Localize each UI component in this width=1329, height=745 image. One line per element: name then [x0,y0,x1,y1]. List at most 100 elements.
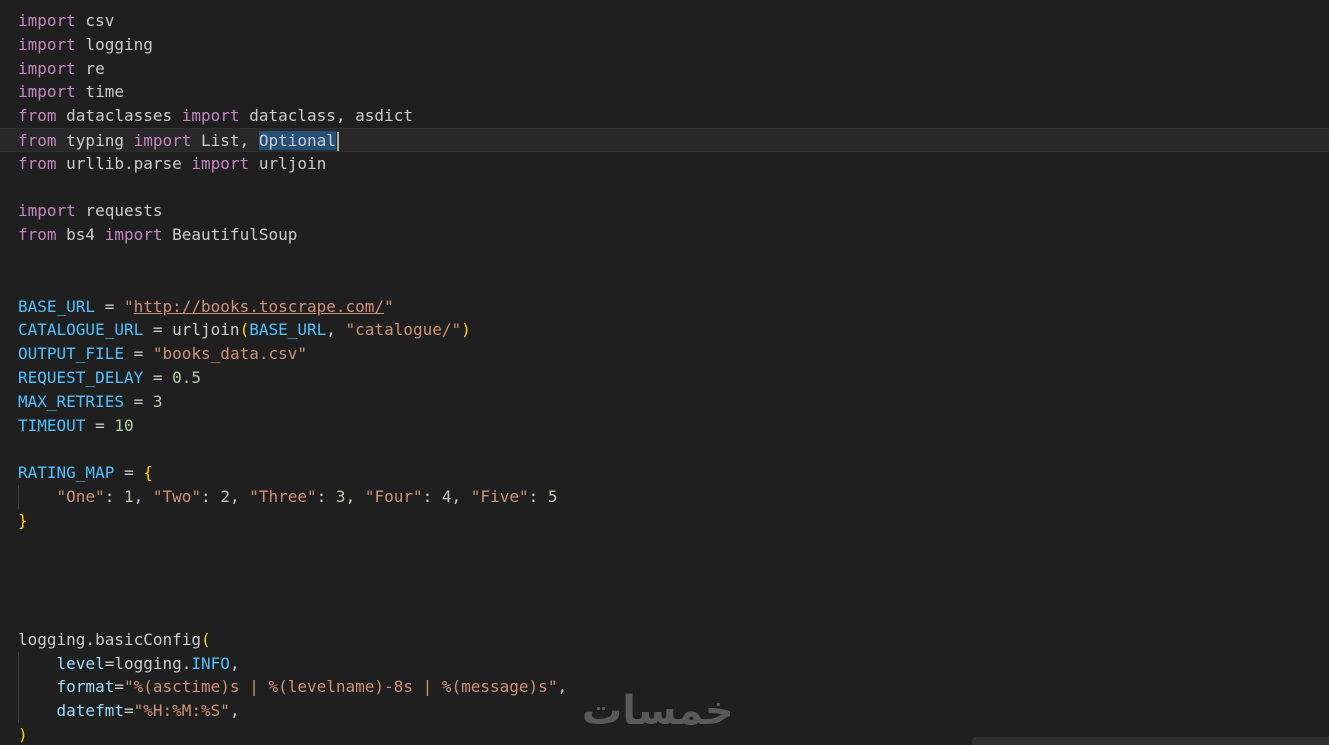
code-line[interactable] [0,176,1329,200]
code-line[interactable]: from bs4 import BeautifulSoup [0,223,1329,247]
code-line[interactable]: from urllib.parse import urljoin [0,152,1329,176]
code-token: import [18,201,76,221]
code-token: , [133,486,153,506]
code-token: import [18,82,76,102]
code-token: : [201,486,221,506]
code-token: = [143,367,173,387]
code-token: "Three" [249,486,317,506]
code-token: dataclasses [56,106,182,126]
code-token: 2 [220,486,230,506]
code-token: from [18,225,57,245]
code-token: urljoin [249,153,327,173]
code-token: , [557,677,568,697]
horizontal-scrollbar[interactable] [972,737,1329,745]
code-token: , [345,486,365,506]
code-line[interactable] [0,533,1329,557]
code-token: =logging. [104,653,192,673]
code-token: , [326,320,346,340]
code-token: } [18,510,28,530]
code-token: = urljoin [143,320,240,340]
code-token: dataclass, asdict [239,106,413,126]
code-token: List, [191,130,259,150]
indent-guide [18,485,19,509]
code-token: from [18,130,57,150]
code-token: 10 [114,415,134,435]
code-line[interactable]: } [0,509,1329,533]
code-token: BeautifulSoup [162,225,298,245]
text-cursor [336,131,339,151]
code-lines[interactable]: import csv import logging import re import … [0,9,1329,745]
code-token: BASE_URL [18,296,96,316]
code-token: ) [18,724,28,744]
code-token: MAX_RETRIES [18,391,124,411]
code-line[interactable]: "One": 1, "Two": 2, "Three": 3, "Four": … [0,485,1329,509]
code-token: BASE_URL [249,320,327,340]
code-line[interactable]: REQUEST_DELAY = 0.5 [0,366,1329,390]
code-token: RATING_MAP [18,463,115,483]
code-token: : [528,486,548,506]
code-token: "One" [56,486,105,506]
code-token: : [316,486,336,506]
code-token: import [18,58,76,78]
code-token: = [123,391,153,411]
code-token: "catalogue/" [345,320,462,340]
code-token: REQUEST_DELAY [18,367,144,387]
code-line[interactable]: logging.basicConfig( [0,628,1329,652]
code-token: from [18,153,57,173]
code-line[interactable]: RATING_MAP = { [0,461,1329,485]
code-token: "Four" [364,486,423,506]
code-line[interactable] [0,556,1329,580]
code-token: level [56,653,105,673]
code-token: logging [75,34,153,54]
code-token: "books_data.csv" [152,344,307,364]
code-token: = [123,701,134,721]
code-line[interactable]: level=logging.INFO, [0,652,1329,676]
code-line[interactable]: CATALOGUE_URL = urljoin(BASE_URL, "catal… [0,318,1329,342]
code-line[interactable]: TIMEOUT = 10 [0,414,1329,438]
code-line[interactable]: import time [0,80,1329,104]
code-line[interactable]: import re [0,57,1329,81]
code-token: http://books.toscrape.com/ [133,296,385,316]
code-token: CATALOGUE_URL [18,320,144,340]
code-token: 3 [335,486,346,506]
code-token: import [18,34,76,54]
code-token: requests [75,201,163,221]
code-line[interactable]: from typing import List, Optional [0,127,1329,152]
code-token: csv [75,11,115,30]
code-line[interactable]: import logging [0,33,1329,57]
code-line[interactable]: import csv [0,9,1329,33]
code-line[interactable] [0,437,1329,461]
code-token: "Two" [152,486,202,506]
code-token: "%H:%M:%S" [133,701,230,721]
code-token: urllib.parse [56,153,192,173]
code-token: 3 [152,391,163,411]
code-token: import [191,153,250,173]
code-token: = [114,463,144,483]
code-line[interactable] [0,604,1329,628]
code-token: ( [201,629,211,649]
code-line[interactable]: BASE_URL = "http://books.toscrape.com/" [0,295,1329,319]
code-line[interactable] [0,580,1329,604]
code-token: format [56,677,115,697]
code-token: INFO [191,653,230,673]
code-line[interactable] [0,247,1329,271]
code-token: 1 [123,486,134,506]
code-token: { [143,463,153,483]
code-line[interactable]: import requests [0,199,1329,223]
code-token: : [104,486,124,506]
code-editor[interactable]: import csv import logging import re import … [0,0,1329,745]
code-token: ( [239,320,250,340]
code-line[interactable]: from dataclasses import dataclass, asdic… [0,104,1329,128]
code-token: , [451,486,471,506]
code-line[interactable] [0,271,1329,295]
code-line[interactable]: MAX_RETRIES = 3 [0,390,1329,414]
code-token: ) [461,320,471,340]
code-token: re [75,58,105,78]
indent-guide [18,652,19,723]
code-token: import [18,11,76,30]
watermark-logo: خمسات [582,688,734,734]
code-token: TIMEOUT [18,415,86,435]
code-line[interactable]: OUTPUT_FILE = "books_data.csv" [0,342,1329,366]
